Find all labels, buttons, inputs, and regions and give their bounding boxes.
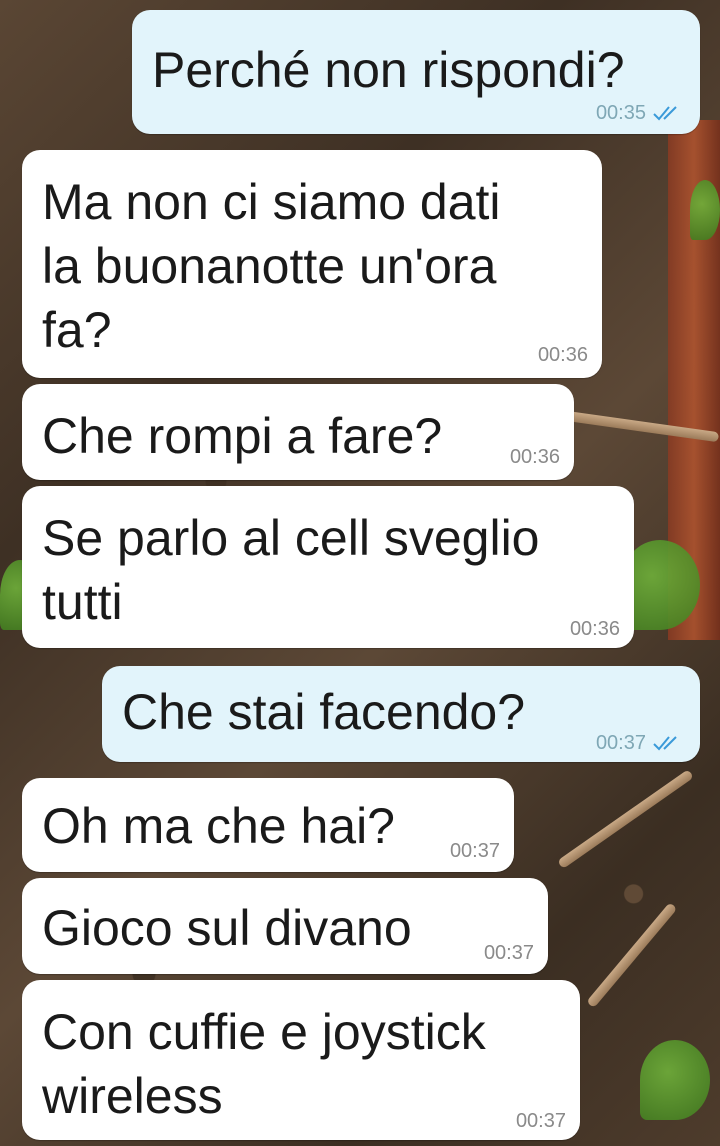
- message-bubble-incoming[interactable]: Con cuffie e joystick wireless 00:37: [22, 980, 580, 1140]
- message-bubble-incoming[interactable]: Gioco sul divano 00:37: [22, 878, 548, 974]
- message-time: 00:35: [595, 102, 646, 124]
- leaf-decoration: [690, 180, 720, 240]
- message-meta: 00:37: [596, 732, 686, 754]
- message-text: Che stai facendo?: [122, 684, 526, 740]
- message-bubble-outgoing[interactable]: Perché non rispondi? 00:35: [132, 10, 700, 134]
- double-check-icon: [653, 106, 677, 121]
- message-meta: 00:35: [596, 102, 686, 124]
- message-text: Ma non ci siamo dati la buonanotte un'or…: [42, 174, 501, 358]
- message-bubble-incoming[interactable]: Ma non ci siamo dati la buonanotte un'or…: [22, 150, 602, 378]
- message-text: Oh ma che hai?: [42, 798, 395, 854]
- message-text: Perché non rispondi?: [152, 42, 625, 98]
- leaf-decoration: [640, 1040, 710, 1120]
- message-meta: 00:36: [538, 344, 588, 366]
- message-time: 00:36: [537, 344, 588, 366]
- message-meta: 00:36: [570, 618, 620, 640]
- message-time: 00:37: [515, 1110, 566, 1132]
- message-bubble-outgoing[interactable]: Che stai facendo? 00:37: [102, 666, 700, 762]
- message-time: 00:36: [509, 446, 560, 468]
- message-meta: 00:37: [516, 1110, 566, 1132]
- message-text: Con cuffie e joystick wireless: [42, 1004, 486, 1124]
- branch-decoration: [586, 902, 678, 1009]
- message-time: 00:37: [483, 942, 534, 964]
- message-bubble-incoming[interactable]: Oh ma che hai? 00:37: [22, 778, 514, 872]
- message-text: Che rompi a fare?: [42, 408, 443, 464]
- message-text: Gioco sul divano: [42, 900, 412, 956]
- message-meta: 00:36: [510, 446, 560, 468]
- message-time: 00:36: [569, 618, 620, 640]
- message-bubble-incoming[interactable]: Che rompi a fare? 00:36: [22, 384, 574, 480]
- message-text: Se parlo al cell sveglio tutti: [42, 510, 540, 630]
- message-time: 00:37: [449, 840, 500, 862]
- message-meta: 00:37: [484, 942, 534, 964]
- message-bubble-incoming[interactable]: Se parlo al cell sveglio tutti 00:36: [22, 486, 634, 648]
- message-time: 00:37: [595, 732, 646, 754]
- double-check-icon: [653, 736, 677, 751]
- branch-decoration: [557, 769, 694, 870]
- message-meta: 00:37: [450, 840, 500, 862]
